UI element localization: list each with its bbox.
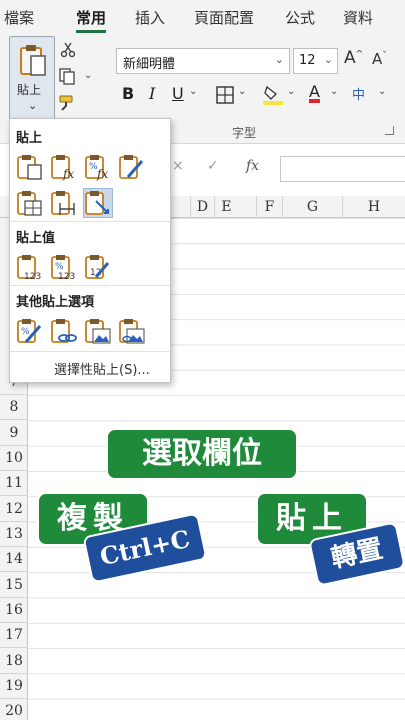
- paste-transpose-icon[interactable]: [83, 188, 113, 218]
- column-header[interactable]: G: [282, 196, 342, 218]
- font-name-select[interactable]: 新細明體 ⌄: [116, 48, 290, 74]
- row-header[interactable]: 18: [0, 649, 28, 675]
- paste-linked-picture-icon[interactable]: [118, 317, 146, 345]
- font-size-value: 12: [299, 53, 316, 68]
- font-name-value: 新細明體: [123, 57, 176, 72]
- tab-home[interactable]: 常用: [76, 7, 106, 28]
- cancel-icon[interactable]: ×: [172, 158, 184, 174]
- font-group-label: 字型: [232, 126, 257, 140]
- underline-button[interactable]: U: [172, 84, 184, 103]
- paste-options-menu: 貼上 fx % fx 貼上值 123 % 123 12 其他貼上選項 % 選擇性…: [9, 118, 171, 383]
- bold-button[interactable]: B: [122, 84, 134, 103]
- svg-text:123: 123: [58, 272, 75, 281]
- tab-insert[interactable]: 插入: [135, 7, 165, 28]
- chevron-down-icon[interactable]: ⌄: [84, 70, 92, 81]
- row-header[interactable]: 13: [0, 522, 28, 548]
- paste-link-icon[interactable]: [50, 317, 78, 345]
- active-tab-indicator: [76, 30, 106, 33]
- shrink-font-button[interactable]: Aˇ: [372, 50, 387, 68]
- format-painter-icon[interactable]: [58, 94, 78, 112]
- row-header[interactable]: 19: [0, 674, 28, 700]
- row-header[interactable]: 15: [0, 573, 28, 599]
- paste-no-borders-icon[interactable]: [16, 189, 44, 217]
- svg-text:%: %: [21, 327, 30, 337]
- menu-divider: [10, 351, 170, 352]
- chevron-down-icon[interactable]: ⌄: [330, 86, 338, 97]
- grow-font-button[interactable]: A^: [344, 48, 363, 68]
- svg-text:123: 123: [24, 272, 41, 281]
- tab-formulas[interactable]: 公式: [285, 7, 315, 28]
- ribbon-tabs: 檔案 常用 插入 頁面配置 公式 資料: [0, 0, 405, 34]
- section-other-heading: 其他貼上選項: [16, 295, 95, 310]
- row-header[interactable]: 11: [0, 471, 28, 497]
- paste-special-menu-item[interactable]: 選擇性貼上(S)...: [54, 359, 150, 378]
- paste-keep-formatting-icon[interactable]: [118, 153, 146, 181]
- row-header[interactable]: 10: [0, 446, 28, 472]
- font-color-button[interactable]: A: [309, 82, 320, 101]
- font-size-select[interactable]: 12 ⌄: [293, 48, 338, 74]
- copy-icon[interactable]: [58, 68, 78, 86]
- paste-formatting-icon[interactable]: %: [16, 317, 44, 345]
- fill-color-icon[interactable]: [262, 84, 284, 106]
- row-header[interactable]: 14: [0, 547, 28, 573]
- section-values-heading: 貼上值: [16, 231, 56, 246]
- cut-icon[interactable]: [60, 42, 76, 58]
- chevron-down-icon[interactable]: ⌄: [189, 86, 197, 97]
- paste-formulas-icon[interactable]: fx: [50, 153, 78, 181]
- menu-divider: [10, 221, 170, 222]
- grow-font-label: A: [344, 48, 356, 68]
- paste-button[interactable]: 貼上 ⌄: [9, 36, 55, 126]
- paste-icon[interactable]: [16, 153, 44, 181]
- chevron-down-icon: ⌄: [28, 99, 38, 112]
- svg-text:%: %: [55, 262, 64, 272]
- column-header[interactable]: F: [256, 196, 282, 218]
- clipboard-icon: [20, 45, 46, 76]
- paste-picture-icon[interactable]: [84, 317, 112, 345]
- row-header[interactable]: 17: [0, 623, 28, 649]
- dialog-launcher-icon[interactable]: [385, 126, 394, 135]
- row-header[interactable]: 12: [0, 497, 28, 523]
- shrink-font-label: A: [372, 50, 383, 68]
- chevron-down-icon[interactable]: ⌄: [287, 86, 295, 97]
- chevron-down-icon: ⌄: [274, 53, 284, 66]
- menu-divider: [10, 285, 170, 286]
- confirm-icon[interactable]: ✓: [207, 158, 219, 174]
- section-paste-heading: 貼上: [16, 131, 43, 146]
- row-header[interactable]: 9: [0, 421, 28, 447]
- insert-function-icon[interactable]: fx: [246, 158, 259, 174]
- column-header[interactable]: H: [342, 196, 405, 218]
- tab-data[interactable]: 資料: [343, 7, 373, 28]
- column-header[interactable]: E: [214, 196, 256, 218]
- tab-file[interactable]: 檔案: [4, 7, 34, 28]
- paste-formulas-number-format-icon[interactable]: % fx: [84, 153, 112, 181]
- paste-values-source-formatting-icon[interactable]: 12: [84, 253, 112, 281]
- italic-button[interactable]: I: [149, 84, 155, 103]
- row-header[interactable]: 8: [0, 395, 28, 421]
- select-cells-callout: 選取欄位: [106, 428, 298, 480]
- svg-text:fx: fx: [96, 167, 108, 181]
- chevron-down-icon[interactable]: ⌄: [378, 86, 386, 97]
- phonetic-guide-button[interactable]: 中: [352, 84, 365, 103]
- paste-values-number-format-icon[interactable]: % 123: [50, 253, 78, 281]
- formula-input[interactable]: [280, 156, 405, 182]
- tab-page-layout[interactable]: 頁面配置: [194, 7, 254, 28]
- row-header[interactable]: 16: [0, 598, 28, 624]
- paste-label: 貼上: [17, 83, 42, 97]
- row-header[interactable]: 20: [0, 699, 28, 720]
- chevron-down-icon[interactable]: ⌄: [238, 86, 246, 97]
- svg-text:fx: fx: [62, 167, 74, 181]
- paste-values-icon[interactable]: 123: [16, 253, 44, 281]
- column-header[interactable]: D: [190, 196, 214, 218]
- chevron-down-icon: ⌄: [323, 53, 333, 66]
- paste-keep-column-widths-icon[interactable]: [50, 189, 78, 217]
- borders-icon[interactable]: [216, 86, 234, 104]
